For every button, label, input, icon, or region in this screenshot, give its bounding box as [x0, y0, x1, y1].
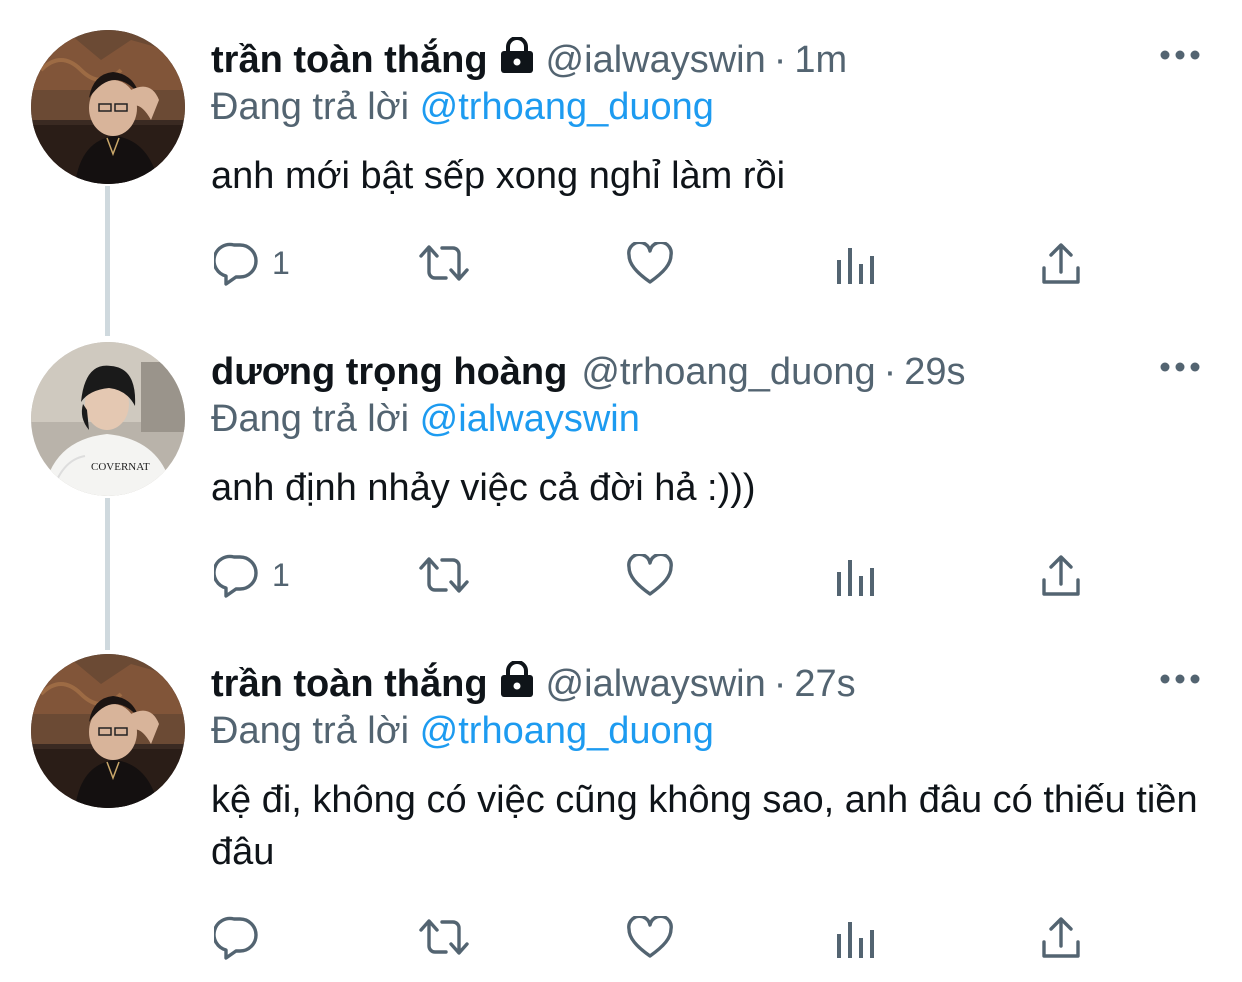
separator-dot: ·: [883, 350, 897, 393]
tweet-header: dương trọng hoàng @trhoang_duong · 29s: [211, 348, 966, 396]
retweet-icon: [416, 916, 472, 958]
tweet-text: kệ đi, không có việc cũng không sao, anh…: [211, 779, 1198, 873]
tweet[interactable]: trần toàn thắng @ialwayswin · 27s Đang t…: [0, 624, 1242, 982]
tweet-header: trần toàn thắng @ialwayswin · 1m: [211, 36, 847, 84]
like-button[interactable]: [626, 916, 674, 960]
tweet-actions: 1: [0, 240, 1242, 290]
avatar[interactable]: [31, 654, 185, 808]
replying-to: Đang trả lời @ialwayswin: [211, 398, 640, 441]
replying-to-label: Đang trả lời: [211, 398, 410, 440]
tweet-text: anh định nhảy việc cả đời hả :))): [211, 467, 756, 509]
reply-button[interactable]: [214, 914, 272, 960]
replying-to-label: Đang trả lời: [211, 710, 410, 752]
user-handle[interactable]: @trhoang_duong: [581, 351, 875, 394]
timestamp[interactable]: 27s: [794, 663, 855, 706]
share-button[interactable]: [1040, 916, 1082, 960]
reply-icon: [214, 240, 260, 286]
retweet-icon: [416, 242, 472, 284]
mention-link[interactable]: @trhoang_duong: [420, 710, 714, 752]
like-icon: [626, 554, 674, 598]
share-icon: [1040, 242, 1082, 286]
separator-dot: ·: [773, 662, 787, 705]
analytics-icon: [836, 920, 876, 960]
user-handle[interactable]: @ialwayswin: [546, 39, 766, 82]
mention-link[interactable]: @trhoang_duong: [420, 86, 714, 128]
reply-count: 1: [272, 556, 290, 593]
svg-text:COVERNAT: COVERNAT: [91, 461, 150, 473]
share-icon: [1040, 554, 1082, 598]
retweet-button[interactable]: [416, 554, 472, 596]
replying-to: Đang trả lời @trhoang_duong: [211, 710, 714, 753]
retweet-button[interactable]: [416, 916, 472, 958]
analytics-button[interactable]: [836, 920, 876, 960]
like-button[interactable]: [626, 554, 674, 598]
display-name[interactable]: dương trọng hoàng: [211, 351, 567, 394]
share-button[interactable]: [1040, 242, 1082, 286]
avatar[interactable]: COVERNAT: [31, 342, 185, 496]
tweet-actions: [0, 914, 1242, 964]
analytics-button[interactable]: [836, 558, 876, 598]
reply-icon: [214, 914, 260, 960]
more-icon[interactable]: [1160, 360, 1200, 374]
timestamp[interactable]: 1m: [794, 39, 847, 82]
retweet-icon: [416, 554, 472, 596]
reply-button[interactable]: 1: [214, 240, 290, 286]
tweet-text: anh mới bật sếp xong nghỉ làm rồi: [211, 155, 786, 197]
share-button[interactable]: [1040, 554, 1082, 598]
more-icon[interactable]: [1160, 672, 1200, 686]
display-name[interactable]: trần toàn thắng: [211, 39, 488, 82]
user-handle[interactable]: @ialwayswin: [546, 663, 766, 706]
reply-button[interactable]: 1: [214, 552, 290, 598]
tweet[interactable]: COVERNAT dương trọng hoàng @trhoang_duon…: [0, 312, 1242, 637]
reply-count: 1: [272, 244, 290, 281]
analytics-button[interactable]: [836, 246, 876, 286]
analytics-icon: [836, 558, 876, 598]
avatar[interactable]: [31, 30, 185, 184]
tweet[interactable]: trần toàn thắng @ialwayswin · 1m Đang tr…: [0, 0, 1242, 325]
tweet-actions: 1: [0, 552, 1242, 602]
display-name[interactable]: trần toàn thắng: [211, 663, 488, 706]
lock-icon: [498, 36, 536, 83]
share-icon: [1040, 916, 1082, 960]
like-icon: [626, 916, 674, 960]
reply-icon: [214, 552, 260, 598]
more-icon[interactable]: [1160, 48, 1200, 62]
like-icon: [626, 242, 674, 286]
analytics-icon: [836, 246, 876, 286]
replying-to-label: Đang trả lời: [211, 86, 410, 128]
tweet-header: trần toàn thắng @ialwayswin · 27s: [211, 660, 856, 708]
like-button[interactable]: [626, 242, 674, 286]
replying-to: Đang trả lời @trhoang_duong: [211, 86, 714, 129]
retweet-button[interactable]: [416, 242, 472, 284]
separator-dot: ·: [773, 38, 787, 81]
lock-icon: [498, 660, 536, 707]
timestamp[interactable]: 29s: [904, 351, 965, 394]
mention-link[interactable]: @ialwayswin: [420, 398, 640, 440]
